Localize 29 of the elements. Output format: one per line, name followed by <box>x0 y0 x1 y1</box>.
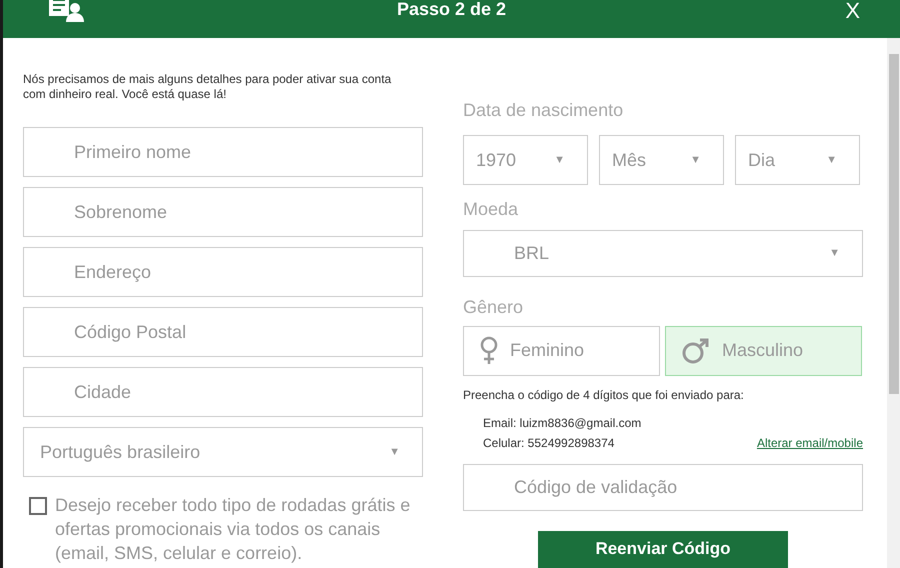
date-select[interactable]: 1970 ▼ <box>463 135 588 185</box>
gender-label: Gênero <box>463 296 524 318</box>
resend-code-button[interactable]: Reenviar Código <box>538 530 788 568</box>
date-select[interactable]: Dia ▼ <box>735 135 860 185</box>
checkbox[interactable] <box>29 497 47 515</box>
language-select[interactable]: Português brasileiro ▼ <box>23 427 423 477</box>
gender-option[interactable]: Feminino <box>463 326 660 376</box>
intro-text: Nós precisamos de mais alguns detalhes para poder ativar sua conta com dinheiro real. Você está quase lá! <box>23 72 392 101</box>
close-button[interactable]: X <box>845 0 860 24</box>
verification-prompt: Preencha o código de 4 dígitos que foi enviado para: <box>463 388 745 402</box>
male-symbol-icon <box>682 338 710 364</box>
phone-text: Celular: 5524992898374 <box>483 436 614 450</box>
text-field[interactable]: Primeiro nome <box>23 127 423 177</box>
text-field[interactable]: Endereço <box>23 247 423 297</box>
email-text: Email: luizm8836@gmail.com <box>483 416 642 430</box>
birth-date-label: Data de nascimento <box>463 100 624 121</box>
currency-select[interactable]: BRL ▼ <box>463 230 863 277</box>
validation-code-field[interactable]: Código de validação <box>463 464 863 511</box>
text-field[interactable]: Cidade <box>23 367 423 417</box>
change-contact-link[interactable]: Alterar email/mobile <box>756 436 863 450</box>
consent-text: Desejo receber todo tipo de rodadas grátis e ofertas promocionais via todos os canais (email, SMS, celular e correio). <box>55 494 412 565</box>
scrollbar[interactable] <box>887 38 900 568</box>
text-field[interactable]: Código Postal <box>23 307 423 357</box>
gender-option[interactable]: Masculino <box>665 326 862 376</box>
date-select[interactable]: Mês ▼ <box>599 135 724 185</box>
dialog-title: Passo 2 de 2 <box>396 0 506 20</box>
text-field[interactable]: Sobrenome <box>23 187 423 237</box>
female-symbol-icon <box>480 336 498 366</box>
currency-label: Moeda <box>463 199 520 220</box>
